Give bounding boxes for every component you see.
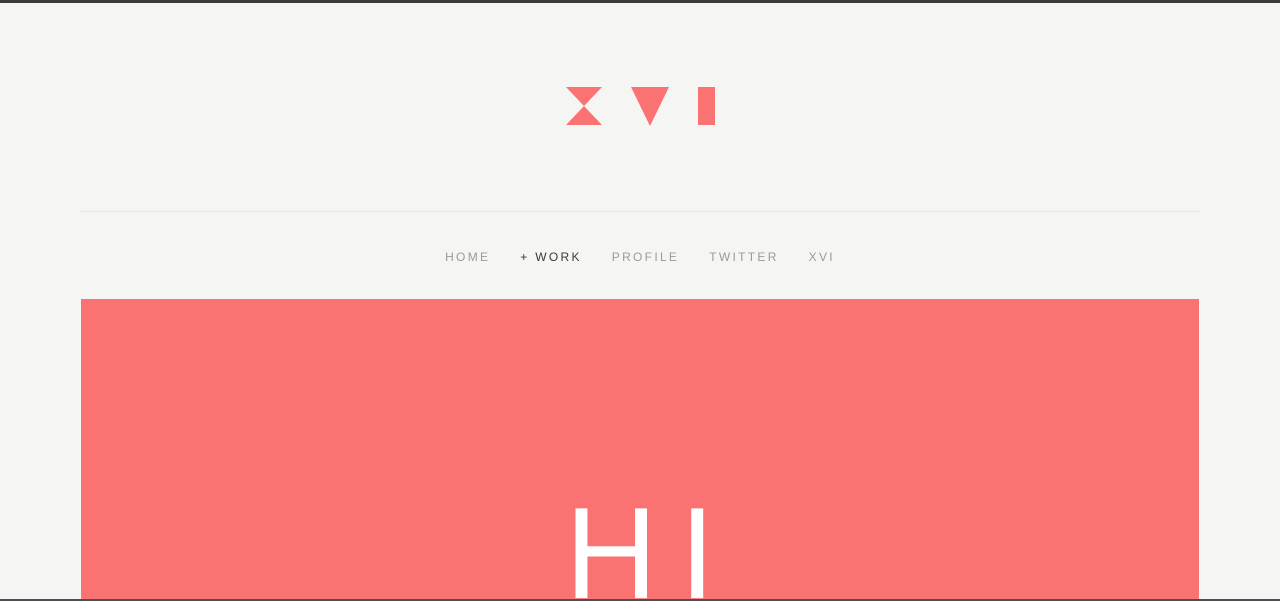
logo-i-icon (697, 87, 715, 125)
logo-x-upper-triangle (565, 87, 602, 106)
nav-item-xvi[interactable]: XVI (809, 250, 835, 264)
hero-banner: HI (81, 299, 1199, 599)
nav-item-home[interactable]: HOME (445, 250, 490, 264)
hero-title: HI (565, 480, 737, 599)
logo-x-lower-triangle (565, 106, 602, 125)
nav-item-work[interactable]: + WORK (520, 250, 581, 264)
browser-chrome-top-edge (0, 0, 1280, 3)
main-navigation: HOME + WORK PROFILE TWITTER XVI (0, 211, 1280, 300)
nav-item-twitter[interactable]: TWITTER (709, 250, 778, 264)
logo-x-icon (565, 87, 602, 125)
site-logo[interactable] (565, 87, 715, 127)
nav-item-profile[interactable]: PROFILE (612, 250, 679, 264)
page-container: HOME + WORK PROFILE TWITTER XVI HI (0, 3, 1280, 599)
header-divider (80, 211, 1200, 212)
logo-v-icon (630, 87, 669, 126)
site-header (0, 3, 1280, 211)
